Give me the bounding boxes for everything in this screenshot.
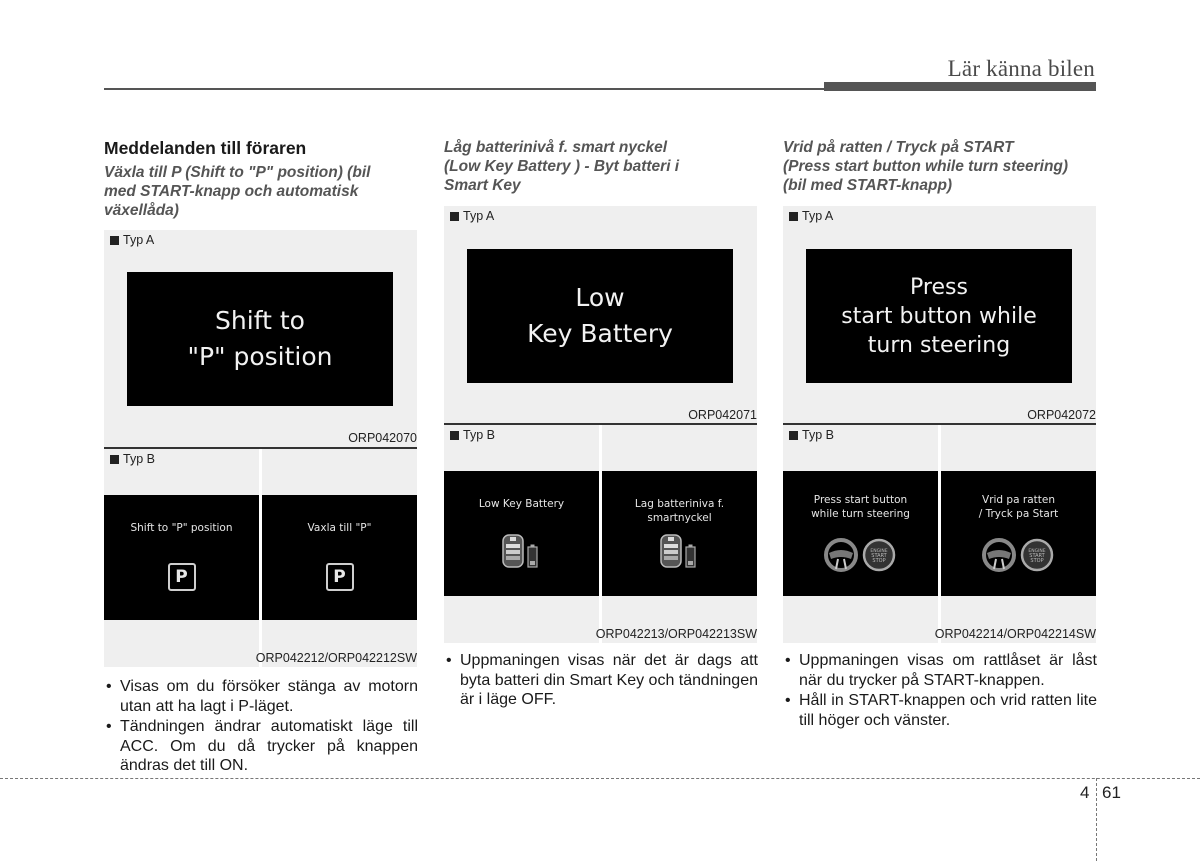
subtitle: Låg batterinivå f. smart nyckel (Low Key…	[444, 138, 758, 195]
steering-wheel-start-button-icon: ENGINE START STOP	[981, 538, 1053, 572]
figure-label-text: Typ B	[123, 452, 155, 466]
list-item: Uppmaningen visas om rattlåset är låst n…	[783, 651, 1097, 690]
smart-key-battery-icon	[501, 534, 538, 568]
footer-rule	[0, 778, 1200, 779]
figure-typ-a: Typ A Low Key Battery ORP042071	[444, 206, 757, 423]
display-text-line: smartnyckel	[647, 512, 712, 524]
cluster-display: Low Key Battery	[467, 249, 733, 383]
display-text-line: Key Battery	[527, 319, 673, 348]
list-item: Uppmaningen visas när det är dags att by…	[444, 651, 758, 710]
page-number: 61	[1102, 783, 1121, 802]
list-item: Tändningen ändrar automatiskt läge till …	[104, 717, 418, 776]
subtitle-line: Vrid på ratten / Tryck på START	[783, 139, 1014, 156]
figure-typ-a: Typ A Shift to "P" position ORP042070	[104, 230, 417, 447]
chapter-title: Lär känna bilen	[947, 56, 1095, 81]
display-text-line: Shift to "P" position	[130, 522, 233, 534]
steering-wheel-start-button-icon: ENGINE START STOP	[823, 538, 895, 572]
display-text-line: Low Key Battery	[478, 498, 565, 510]
cluster-display-english: Press start button while turn steering E…	[783, 471, 938, 596]
display-text-line: Press	[910, 274, 968, 300]
square-bullet-icon	[789, 211, 798, 221]
figure-label: Typ B	[450, 428, 495, 442]
subtitle-line: (bil med START-knapp)	[783, 177, 953, 194]
cluster-display-swedish: Lag batteriniva f. smartnyckel	[602, 471, 757, 596]
column-shift-to-p: Meddelanden till föraren Växla till P (S…	[104, 138, 418, 220]
figure-label: Typ B	[110, 452, 155, 466]
figure-code: ORP042212/ORP042212SW	[255, 651, 417, 665]
figure-label: Typ A	[789, 209, 833, 223]
square-bullet-icon	[450, 430, 459, 440]
figure-label-text: Typ A	[463, 209, 495, 223]
section-title: Meddelanden till föraren	[104, 138, 307, 158]
steering-wheel-start-button-icon: ENGINE START STOP	[941, 537, 1096, 573]
cluster-display-swedish: Vaxla till "P" P	[262, 495, 417, 620]
figure-label: Typ A	[110, 233, 154, 247]
column-low-key-battery: Låg batterinivå f. smart nyckel (Low Key…	[444, 138, 758, 195]
column-press-start-steering: Vrid på ratten / Tryck på START (Press s…	[783, 138, 1097, 195]
park-p-icon: P	[325, 563, 354, 591]
figure-typ-a: Typ A Press start button while turn stee…	[783, 206, 1096, 423]
header-rule-accent	[824, 82, 1096, 91]
figure-label-text: Typ B	[802, 428, 834, 442]
cluster-display: Press start button while turn steering	[806, 249, 1072, 383]
smart-key-battery-icon	[659, 534, 696, 568]
smart-key-battery-icon	[602, 533, 757, 571]
subtitle-line: med START-knapp och automatisk	[104, 183, 359, 200]
display-text-line: "P" position	[187, 342, 333, 371]
park-p-icon: P	[167, 563, 196, 591]
figure-code: ORP042072	[1027, 408, 1096, 422]
cluster-display-swedish: Vrid pa ratten / Tryck pa Start ENGINE S…	[941, 471, 1096, 596]
figure-code: ORP042214/ORP042214SW	[934, 627, 1096, 641]
figure-code: ORP042213/ORP042213SW	[595, 627, 757, 641]
figure-code: ORP042070	[348, 431, 417, 445]
subtitle: Växla till P (Shift to "P" position) (bi…	[104, 163, 418, 220]
figure-label-text: Typ A	[123, 233, 155, 247]
figure-typ-b: Typ B Press start button while turn stee…	[783, 425, 1096, 643]
square-bullet-icon	[110, 235, 119, 245]
square-bullet-icon	[450, 211, 459, 221]
display-text-line: turn steering	[867, 332, 1011, 358]
figure-label-text: Typ A	[802, 209, 834, 223]
bullet-list: Uppmaningen visas om rattlåset är låst n…	[783, 651, 1097, 731]
subtitle-line: Växla till P (Shift to "P" position) (bi…	[104, 164, 371, 181]
list-item: Visas om du försöker stänga av motorn ut…	[104, 677, 418, 716]
display-text-line: start button while	[841, 303, 1037, 329]
svg-text:STOP: STOP	[872, 558, 885, 564]
bullet-list: Visas om du försöker stänga av motorn ut…	[104, 677, 418, 777]
display-text-line: Shift to	[215, 306, 305, 335]
subtitle-line: växellåda)	[104, 202, 179, 219]
cluster-display-english: Low Key Battery	[444, 471, 599, 596]
chapter-number: 4	[1080, 783, 1090, 802]
subtitle-line: Låg batterinivå f. smart nyckel	[444, 139, 668, 156]
cluster-display-english: Shift to "P" position P	[104, 495, 259, 620]
figure-typ-b: Typ B Low Key Battery Lag batteriniva f.…	[444, 425, 757, 643]
square-bullet-icon	[789, 430, 798, 440]
display-text-line: Lag batteriniva f.	[634, 498, 725, 510]
figure-code: ORP042071	[688, 408, 757, 422]
display-text-line: Vaxla till "P"	[307, 522, 372, 534]
bullet-list: Uppmaningen visas när det är dags att by…	[444, 651, 758, 711]
cluster-display: Shift to "P" position	[127, 272, 393, 406]
subtitle-line: (Press start button while turn steering)	[783, 158, 1069, 175]
display-text-line: Low	[575, 283, 625, 312]
subtitle: Vrid på ratten / Tryck på START (Press s…	[783, 138, 1097, 195]
smart-key-battery-icon	[444, 533, 599, 571]
display-text-line: while turn steering	[811, 508, 910, 520]
display-text-line: Press start button	[813, 494, 908, 506]
header-rule	[104, 88, 824, 90]
figure-label-text: Typ B	[463, 428, 495, 442]
figure-label: Typ A	[450, 209, 494, 223]
list-item: Håll in START-knappen och vrid ratten li…	[783, 691, 1097, 730]
footer-divider	[1096, 778, 1097, 861]
svg-text:STOP: STOP	[1030, 558, 1043, 564]
square-bullet-icon	[110, 454, 119, 464]
figure-typ-b: Typ B Shift to "P" position P Vaxla till…	[104, 449, 417, 667]
steering-wheel-start-button-icon: ENGINE START STOP	[783, 537, 938, 573]
subtitle-line: (Low Key Battery ) - Byt batteri i	[444, 158, 680, 175]
display-text-line: Vrid pa ratten	[982, 494, 1055, 506]
figure-label: Typ B	[789, 428, 834, 442]
subtitle-line: Smart Key	[444, 177, 521, 194]
display-text-line: / Tryck pa Start	[978, 508, 1059, 520]
